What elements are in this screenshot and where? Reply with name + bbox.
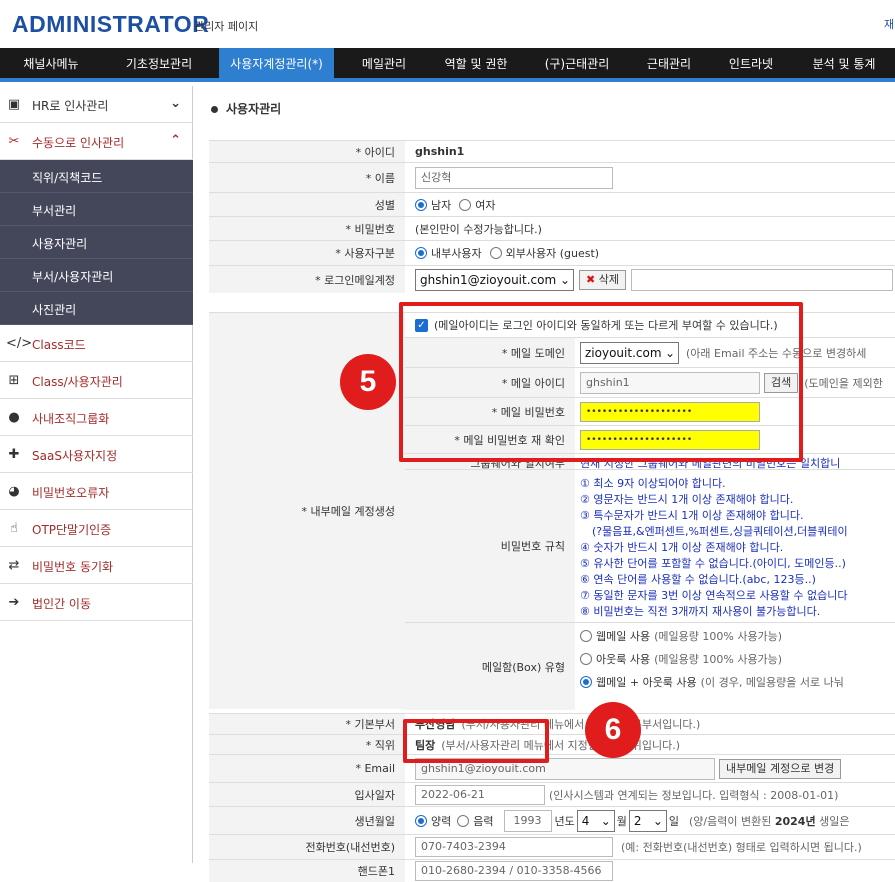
row-password: * 비밀번호 (본인만이 수정가능합니다.): [209, 216, 895, 240]
globe-icon: ◕: [8, 484, 20, 499]
row-mobile: 핸드폰1 010-2680-2394 / 010-3358-4566: [209, 859, 895, 882]
nav-attendance[interactable]: 근태관리: [630, 48, 708, 78]
nav-intranet[interactable]: 인트라넷: [714, 48, 788, 78]
chevron-down-icon: ⌄: [170, 96, 181, 111]
row-login-mail: * 로그인메일계정 ghshin1@zioyouit.com ⌄ ✖ 삭제: [209, 265, 895, 293]
page-title: 사용자관리: [211, 100, 281, 117]
sidebar-item-class-user[interactable]: ⊞ Class/사용자관리: [0, 362, 193, 399]
nav-roles[interactable]: 역할 및 권한: [428, 48, 524, 78]
row-name: * 이름 신강혁: [209, 162, 895, 192]
gender-male-radio[interactable]: [415, 198, 427, 211]
bullet-icon: [211, 106, 218, 113]
chevron-down-icon: ⌄: [559, 272, 570, 287]
hr-icon: ▣: [7, 97, 21, 112]
code-icon: </>: [6, 336, 33, 351]
phone-input[interactable]: 070-7403-2394: [415, 837, 613, 857]
sidebar: ▣ HR로 인사관리 ⌄ ✂ 수동으로 인사관리 ⌃ 직위/직책코드 부서관리 …: [0, 86, 193, 863]
tools-icon: ✂: [8, 134, 20, 149]
delete-button[interactable]: ✖ 삭제: [579, 269, 626, 290]
internal-user-radio[interactable]: [415, 247, 427, 259]
mobile-input[interactable]: 010-2680-2394 / 010-3358-4566: [415, 861, 613, 881]
sidebar-item-manual[interactable]: ✂ 수동으로 인사관리 ⌃: [0, 123, 193, 160]
gender-female-radio[interactable]: [459, 198, 472, 211]
password-rules: 비밀번호 규칙 ① 최소 9자 이상되어야 합니다. ② 영문자는 반드시 1개…: [405, 469, 895, 622]
row-usertype: * 사용자구분 내부사용자 외부사용자 (guest): [209, 240, 895, 265]
app-logo: ADMINISTRATOR: [12, 11, 210, 37]
nav-user-account[interactable]: 사용자계정관리(*): [219, 48, 334, 78]
sidebar-sub-user[interactable]: 사용자관리: [0, 226, 193, 259]
annotation-box-5: [399, 302, 803, 462]
chevron-down-icon: ⌄: [652, 813, 663, 828]
sidebar-item-class-code[interactable]: </> Class코드: [0, 325, 193, 362]
sidebar-item-corp-move[interactable]: ➔ 법인간 이동: [0, 584, 193, 621]
app-subtitle: 관리자 페이지: [194, 20, 259, 33]
mailbox-webmail-radio[interactable]: [580, 630, 592, 642]
top-nav: 채널사메뉴 기초정보관리 사용자계정관리(*) 메일관리 역할 및 권한 (구)…: [0, 48, 895, 82]
birth-day-select[interactable]: 2 ⌄: [628, 809, 667, 832]
solar-radio[interactable]: [415, 814, 427, 827]
sidebar-item-otp[interactable]: ☝ OTP단말기인증: [0, 510, 193, 547]
sitemap-icon: ⊞: [8, 373, 20, 388]
name-input[interactable]: 신강혁: [415, 166, 613, 189]
nav-channel-menu[interactable]: 채널사메뉴: [0, 48, 102, 78]
row-dept: * 기본부서 부산영남 (부서/사용자관리 메뉴에서 지정한 기본부서입니다.): [209, 713, 895, 734]
row-email: * Email ghshin1@zioyouit.com 내부메일 계정으로 변…: [209, 754, 895, 782]
chevron-down-icon: ⌄: [600, 813, 611, 828]
header: ADMINISTRATOR 관리자 페이지 재: [0, 0, 895, 48]
arrow-circle-icon: ➔: [8, 595, 20, 610]
sidebar-item-pw-error[interactable]: ◕ 비밀번호오류자: [0, 473, 193, 510]
sidebar-item-hr[interactable]: ▣ HR로 인사관리 ⌄: [0, 86, 193, 123]
nav-basic-info[interactable]: 기초정보관리: [108, 48, 210, 78]
sidebar-sub-position[interactable]: 직위/직책코드: [0, 160, 193, 193]
mailbox-outlook-radio[interactable]: [580, 653, 592, 665]
main-content: 사용자관리 * 아이디 ghshin1 * 이름 신강혁 성별 남자 여자 * …: [193, 86, 895, 882]
puzzle-icon: ✚: [8, 447, 20, 462]
exchange-icon: ⇄: [8, 558, 20, 573]
annotation-badge-6: 6: [585, 702, 641, 758]
hand-pointer-icon: ☝: [10, 521, 18, 536]
sidebar-item-saas[interactable]: ✚ SaaS사용자지정: [0, 436, 193, 473]
sidebar-item-pw-sync[interactable]: ⇄ 비밀번호 동기화: [0, 547, 193, 584]
user-id-value: ghshin1: [415, 145, 465, 158]
delete-x-icon: ✖: [586, 272, 596, 286]
sidebar-sub-dept[interactable]: 부서관리: [0, 193, 193, 226]
sidebar-sub-photo[interactable]: 사진관리: [0, 292, 193, 325]
header-link[interactable]: 재: [884, 16, 894, 32]
external-user-radio[interactable]: [489, 247, 502, 259]
nav-mail[interactable]: 메일관리: [345, 48, 423, 78]
login-mail-extra-input[interactable]: [630, 268, 893, 291]
sidebar-item-org-group[interactable]: ● 사내조직그룹화: [0, 399, 193, 436]
chevron-up-icon: ⌃: [170, 133, 181, 148]
row-phone: 전화번호(내선번호) 070-7403-2394 (예: 전화번호(내선번호) …: [209, 834, 895, 859]
annotation-box-6: [403, 719, 549, 763]
row-gender: 성별 남자 여자: [209, 192, 895, 216]
join-date-input[interactable]: 2022-06-21: [415, 784, 545, 805]
nav-analytics[interactable]: 분석 및 통계: [796, 48, 892, 78]
change-to-internal-button[interactable]: 내부메일 계정으로 변경: [719, 758, 842, 779]
mailbox-both-radio[interactable]: [580, 676, 592, 688]
lunar-radio[interactable]: [457, 814, 470, 827]
birth-year-input[interactable]: 1993: [503, 809, 552, 832]
row-id: * 아이디 ghshin1: [209, 140, 895, 162]
login-mail-select[interactable]: ghshin1@zioyouit.com ⌄: [415, 268, 574, 291]
chat-icon: ●: [8, 410, 20, 425]
row-join-date: 입사일자 2022-06-21 (인사시스템과 연계되는 정보입니다. 입력형식…: [209, 782, 895, 806]
row-birth: 생년월일 양력 음력 1993 년도 4 ⌄ 월 2 ⌄ 일 (양/음력이 변환된 …: [209, 806, 895, 834]
birth-month-select[interactable]: 4 ⌄: [576, 809, 615, 832]
mailbox-type: 메일함(Box) 유형 웹메일 사용 (메일용량 100% 사용가능) 아웃룩 사…: [405, 622, 895, 710]
nav-old-attendance[interactable]: (구)근태관리: [531, 48, 623, 78]
annotation-badge-5: 5: [340, 354, 396, 410]
sidebar-sub-dept-user[interactable]: 부서/사용자관리: [0, 259, 193, 292]
row-position: * 직위 팀장 (부서/사용자관리 메뉴에서 지정한 기본직위입니다.): [209, 734, 895, 754]
